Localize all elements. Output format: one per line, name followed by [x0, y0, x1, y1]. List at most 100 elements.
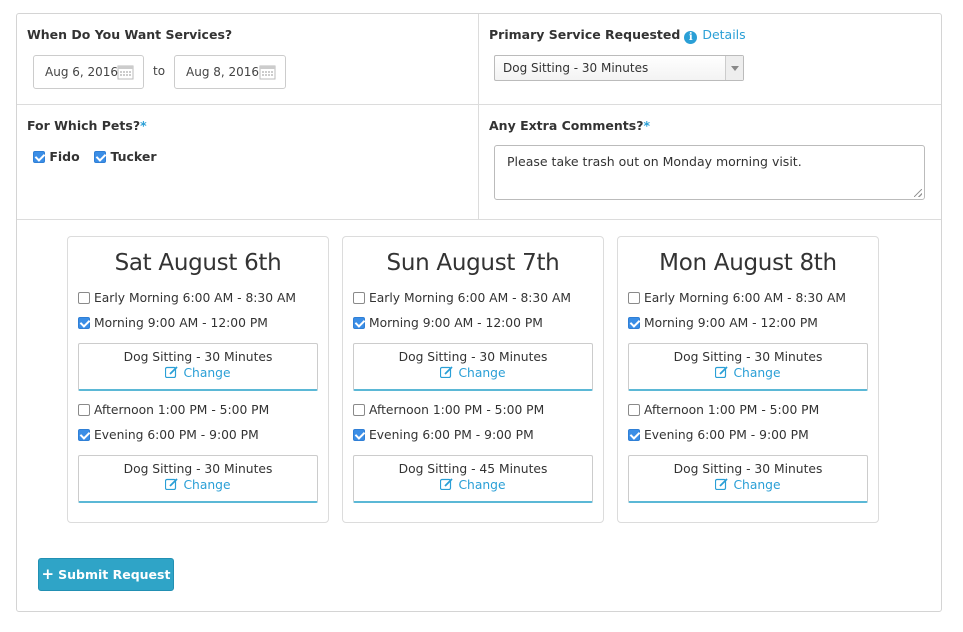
- change-text: Change: [183, 366, 231, 380]
- edit-icon: [165, 366, 179, 378]
- change-link[interactable]: Change: [629, 366, 867, 380]
- day-card-mon: Mon August 8th Early Morning 6:00 AM - 8…: [617, 236, 879, 523]
- tucker-checkbox[interactable]: [94, 151, 107, 163]
- slot-label: Afternoon 1:00 PM - 5:00 PM: [644, 403, 820, 417]
- service-box: Dog Sitting - 45 Minutes Change: [353, 455, 593, 503]
- change-text: Change: [733, 366, 781, 380]
- slot-label: Evening 6:00 PM - 9:00 PM: [94, 428, 259, 442]
- resize-handle[interactable]: [914, 189, 922, 197]
- pets-label-text: For Which Pets?: [27, 118, 141, 133]
- day-card-sun: Sun August 7th Early Morning 6:00 AM - 8…: [342, 236, 604, 523]
- comments-label: Any Extra Comments?*: [489, 118, 650, 133]
- end-date-input[interactable]: Aug 8, 2016: [174, 55, 286, 89]
- slot-label: Afternoon 1:00 PM - 5:00 PM: [94, 403, 270, 417]
- info-icon: i: [684, 31, 698, 44]
- slot-checkbox[interactable]: [353, 404, 365, 416]
- day-title: Mon August 8th: [659, 250, 837, 276]
- submit-request-button[interactable]: + Submit Request: [38, 558, 174, 591]
- chevron-down-icon[interactable]: [725, 56, 743, 80]
- change-link[interactable]: Change: [354, 478, 592, 492]
- comments-textarea[interactable]: Please take trash out on Monday morning …: [494, 145, 925, 200]
- details-link[interactable]: Details: [702, 27, 745, 42]
- calendar-icon[interactable]: [117, 64, 134, 80]
- edit-icon: [165, 478, 179, 490]
- required-mark: *: [643, 118, 651, 133]
- day-title: Sat August 6th: [114, 250, 282, 276]
- slot-early-morning[interactable]: Early Morning 6:00 AM - 8:30 AM: [78, 291, 296, 305]
- slot-checkbox[interactable]: [78, 292, 90, 304]
- slot-label: Evening 6:00 PM - 9:00 PM: [369, 428, 534, 442]
- change-link[interactable]: Change: [629, 478, 867, 492]
- edit-icon: [440, 366, 454, 378]
- primary-service-label: Primary Service Requested i Details: [489, 27, 746, 44]
- change-text: Change: [458, 478, 506, 492]
- slot-label: Morning 9:00 AM - 12:00 PM: [94, 316, 268, 330]
- slot-morning[interactable]: Morning 9:00 AM - 12:00 PM: [628, 316, 818, 330]
- change-link[interactable]: Change: [79, 478, 317, 492]
- when-label: When Do You Want Services?: [27, 27, 233, 42]
- slot-checkbox[interactable]: [353, 317, 365, 329]
- slot-checkbox[interactable]: [78, 317, 90, 329]
- slot-label: Afternoon 1:00 PM - 5:00 PM: [369, 403, 545, 417]
- slot-label: Early Morning 6:00 AM - 8:30 AM: [369, 291, 571, 305]
- pet-option-fido[interactable]: Fido: [33, 149, 80, 164]
- slot-label: Morning 9:00 AM - 12:00 PM: [369, 316, 543, 330]
- service-box: Dog Sitting - 30 Minutes Change: [628, 343, 868, 391]
- slot-early-morning[interactable]: Early Morning 6:00 AM - 8:30 AM: [628, 291, 846, 305]
- service-box: Dog Sitting - 30 Minutes Change: [78, 455, 318, 503]
- service-request-form: When Do You Want Services? Aug 6, 2016 t…: [16, 13, 942, 612]
- change-text: Change: [458, 366, 506, 380]
- pet-option-tucker[interactable]: Tucker: [94, 149, 157, 164]
- slot-checkbox[interactable]: [78, 429, 90, 441]
- slot-afternoon[interactable]: Afternoon 1:00 PM - 5:00 PM: [78, 403, 269, 417]
- slot-afternoon[interactable]: Afternoon 1:00 PM - 5:00 PM: [628, 403, 819, 417]
- service-name: Dog Sitting - 30 Minutes: [398, 350, 548, 364]
- end-date-value: Aug 8, 2016: [186, 65, 260, 79]
- change-text: Change: [183, 478, 231, 492]
- slot-morning[interactable]: Morning 9:00 AM - 12:00 PM: [353, 316, 543, 330]
- slot-evening[interactable]: Evening 6:00 PM - 9:00 PM: [628, 428, 809, 442]
- slot-checkbox[interactable]: [78, 404, 90, 416]
- service-box: Dog Sitting - 30 Minutes Change: [78, 343, 318, 391]
- row-divider: [17, 219, 941, 220]
- edit-icon: [715, 366, 729, 378]
- service-name: Dog Sitting - 30 Minutes: [123, 350, 273, 364]
- slot-early-morning[interactable]: Early Morning 6:00 AM - 8:30 AM: [353, 291, 571, 305]
- column-divider: [478, 14, 479, 219]
- day-title: Sun August 7th: [386, 250, 560, 276]
- service-name: Dog Sitting - 30 Minutes: [673, 462, 823, 476]
- pet-name: Tucker: [110, 149, 157, 164]
- comments-value: Please take trash out on Monday morning …: [507, 154, 802, 169]
- slot-evening[interactable]: Evening 6:00 PM - 9:00 PM: [78, 428, 259, 442]
- slot-checkbox[interactable]: [628, 429, 640, 441]
- change-link[interactable]: Change: [79, 366, 317, 380]
- pets-label: For Which Pets?*: [27, 118, 147, 133]
- fido-checkbox[interactable]: [33, 151, 45, 163]
- calendar-icon[interactable]: [259, 64, 276, 80]
- day-card-sat: Sat August 6th Early Morning 6:00 AM - 8…: [67, 236, 329, 523]
- slot-morning[interactable]: Morning 9:00 AM - 12:00 PM: [78, 316, 268, 330]
- slot-evening[interactable]: Evening 6:00 PM - 9:00 PM: [353, 428, 534, 442]
- slot-label: Early Morning 6:00 AM - 8:30 AM: [94, 291, 296, 305]
- primary-service-selected: Dog Sitting - 30 Minutes: [503, 61, 649, 75]
- plus-icon: +: [41, 565, 55, 583]
- slot-checkbox[interactable]: [628, 317, 640, 329]
- primary-service-label-text: Primary Service Requested: [489, 27, 681, 42]
- service-name: Dog Sitting - 30 Minutes: [673, 350, 823, 364]
- slot-label: Evening 6:00 PM - 9:00 PM: [644, 428, 809, 442]
- slot-checkbox[interactable]: [628, 292, 640, 304]
- comments-label-text: Any Extra Comments?: [489, 118, 644, 133]
- slot-checkbox[interactable]: [628, 404, 640, 416]
- start-date-value: Aug 6, 2016: [45, 65, 119, 79]
- slot-checkbox[interactable]: [353, 429, 365, 441]
- primary-service-select[interactable]: Dog Sitting - 30 Minutes: [494, 55, 744, 81]
- start-date-input[interactable]: Aug 6, 2016: [33, 55, 144, 89]
- change-link[interactable]: Change: [354, 366, 592, 380]
- edit-icon: [715, 478, 729, 490]
- slot-afternoon[interactable]: Afternoon 1:00 PM - 5:00 PM: [353, 403, 544, 417]
- pets-list: Fido Tucker: [33, 149, 167, 164]
- to-label: to: [153, 64, 166, 78]
- slot-label: Morning 9:00 AM - 12:00 PM: [644, 316, 818, 330]
- slot-checkbox[interactable]: [353, 292, 365, 304]
- service-name: Dog Sitting - 45 Minutes: [398, 462, 548, 476]
